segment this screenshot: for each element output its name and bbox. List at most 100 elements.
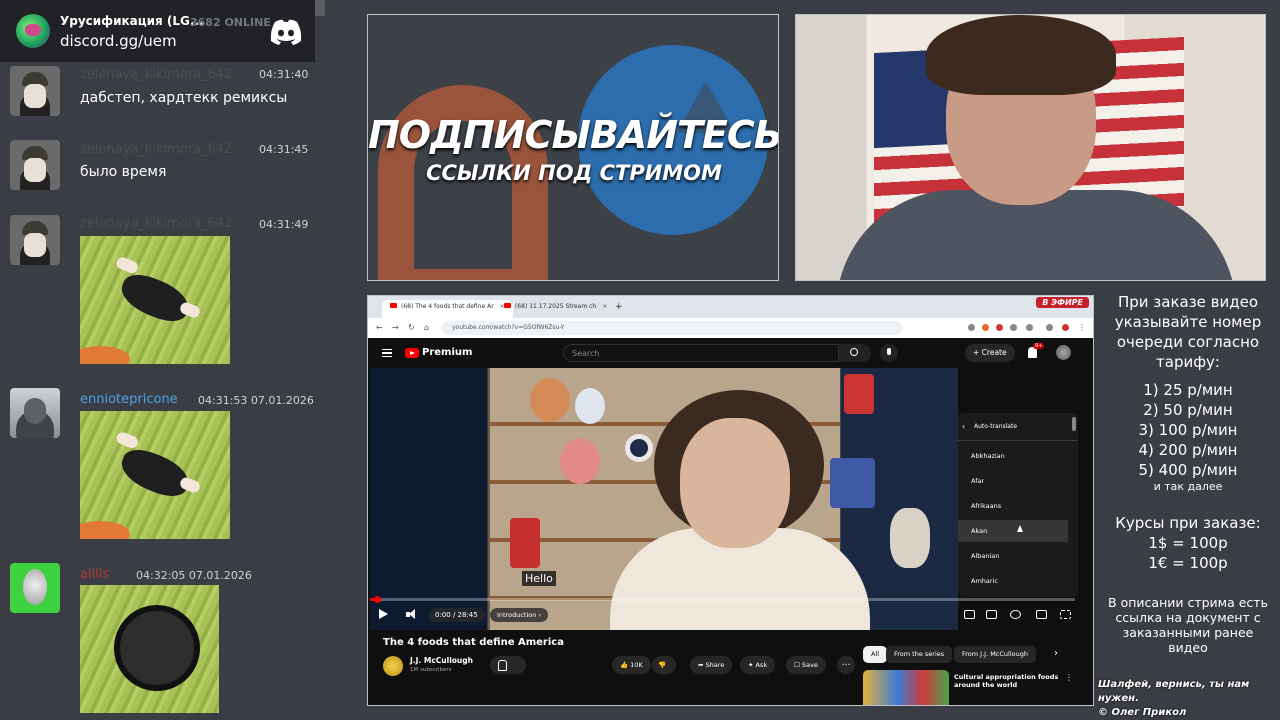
chip-from-channel[interactable]: From J.J. McCullough bbox=[954, 646, 1036, 663]
sticker-earth bbox=[80, 346, 130, 364]
ask-button[interactable]: ✦ Ask bbox=[740, 656, 776, 674]
streamer-hair bbox=[926, 15, 1116, 95]
language-option[interactable]: Afrikaans bbox=[958, 495, 1068, 517]
mole-sticker bbox=[80, 236, 230, 364]
extension-icon[interactable] bbox=[996, 324, 1003, 331]
more-actions-icon[interactable]: … bbox=[837, 656, 855, 674]
subscription-bell-button[interactable] bbox=[490, 656, 526, 674]
host-face bbox=[680, 418, 790, 548]
avatar bbox=[10, 563, 60, 613]
chapter-button[interactable]: Introduction › bbox=[490, 608, 549, 622]
language-option[interactable]: Albanian bbox=[958, 545, 1068, 567]
tab-youtube-video[interactable]: (68) The 4 foods that define Ar × bbox=[382, 300, 513, 318]
rate-usd: 1$ = 100р bbox=[1148, 534, 1228, 552]
recommended-title[interactable]: Cultural appropriation foods around the … bbox=[954, 673, 1064, 689]
language-option[interactable]: Abkhazian bbox=[958, 445, 1068, 467]
mask-toy bbox=[530, 378, 570, 422]
back-arrow-icon[interactable]: ← bbox=[376, 323, 383, 332]
rates-title: Курсы при заказе: bbox=[1115, 514, 1261, 532]
recommended-thumbnail[interactable] bbox=[863, 670, 949, 705]
new-tab-button[interactable]: + bbox=[615, 302, 623, 312]
menu-header[interactable]: ‹ Auto-translate bbox=[958, 413, 1078, 441]
extension-icon[interactable] bbox=[1010, 324, 1017, 331]
account-avatar[interactable] bbox=[1056, 345, 1071, 360]
menu-title: Auto-translate bbox=[974, 423, 1018, 430]
message-text: было время bbox=[80, 164, 167, 180]
youtube-masthead: Premium Search + Create 9+ bbox=[368, 338, 1093, 368]
video-player[interactable]: Hello bbox=[370, 368, 958, 630]
youtube-logo-icon[interactable] bbox=[405, 348, 419, 358]
video-title: The 4 foods that define America bbox=[383, 637, 564, 648]
menu-icon[interactable] bbox=[382, 349, 392, 357]
share-button[interactable]: ➦ Share bbox=[690, 656, 733, 674]
extension-icon[interactable] bbox=[1046, 324, 1053, 331]
youtube-tab-icon bbox=[504, 303, 511, 308]
webcam-feed bbox=[795, 14, 1266, 281]
language-option[interactable]: Akan bbox=[958, 520, 1068, 542]
timestamp: 04:31:40 bbox=[259, 68, 309, 81]
search-input[interactable]: Search bbox=[563, 344, 839, 362]
chevron-right-icon[interactable]: › bbox=[1054, 648, 1058, 659]
fullscreen-icon[interactable] bbox=[1060, 610, 1071, 619]
more-options-icon[interactable]: ⋮ bbox=[1065, 673, 1073, 682]
ghost-toy bbox=[575, 388, 605, 424]
chevron-left-icon[interactable]: ‹ bbox=[962, 422, 965, 431]
divider bbox=[315, 0, 325, 16]
like-count: 10K bbox=[630, 661, 643, 669]
channel-avatar[interactable] bbox=[383, 656, 403, 676]
tariff-5: 5) 400 р/мин bbox=[1138, 461, 1238, 479]
home-icon[interactable]: ⌂ bbox=[424, 323, 429, 332]
footer-line-1: Шалфей, вернись, ты нам нужен. bbox=[1098, 679, 1250, 704]
chip-all[interactable]: All bbox=[863, 646, 888, 663]
dinosaur-figure bbox=[114, 605, 200, 691]
player-controls: 0:00 / 28:45 Introduction › bbox=[370, 601, 1090, 629]
theater-mode-icon[interactable] bbox=[1036, 610, 1047, 619]
tab-label: (68) The 4 foods that define Ar bbox=[401, 303, 494, 310]
search-icon[interactable] bbox=[839, 344, 871, 362]
extension-icon[interactable] bbox=[1026, 324, 1033, 331]
save-button[interactable]: ☐ Save bbox=[786, 656, 826, 674]
extension-icon[interactable] bbox=[968, 324, 975, 331]
reload-icon[interactable]: ↻ bbox=[408, 323, 415, 332]
description-note: В описании стрима есть ссылка на докумен… bbox=[1108, 595, 1268, 655]
username: alilis bbox=[80, 567, 110, 582]
avatar bbox=[10, 140, 60, 190]
timestamp: 04:31:45 bbox=[259, 143, 309, 156]
avatar bbox=[10, 388, 60, 438]
notification-badge: 9+ bbox=[1033, 343, 1045, 349]
mole-figure bbox=[115, 268, 195, 328]
promo-subline: ССЫЛКИ ПОД СТРИМОМ bbox=[426, 161, 722, 185]
avatar bbox=[10, 66, 60, 116]
profile-icon[interactable] bbox=[1062, 324, 1069, 331]
flag-toy bbox=[830, 458, 875, 508]
volume-icon[interactable] bbox=[406, 609, 418, 620]
message-text: дабстеп, хардтекк ремиксы bbox=[80, 90, 288, 106]
scrollbar[interactable] bbox=[1072, 417, 1076, 431]
like-button[interactable]: 👍 10K bbox=[612, 656, 651, 674]
tab-stream[interactable]: (68) 11.17.2025 Stream ch × bbox=[496, 300, 615, 318]
channel-name[interactable]: J.J. McCullough bbox=[410, 656, 473, 665]
autoplay-toggle-icon[interactable] bbox=[964, 610, 975, 619]
subtitles-icon[interactable] bbox=[986, 610, 997, 619]
live-badge: В ЭФИРЕ bbox=[1036, 297, 1089, 308]
youtube-tab-icon bbox=[390, 303, 397, 308]
microphone-icon[interactable] bbox=[880, 344, 898, 362]
share-label: Share bbox=[705, 661, 725, 669]
dislike-button[interactable]: 👎 bbox=[652, 656, 676, 674]
chip-from-series[interactable]: From the series bbox=[886, 646, 953, 663]
browser-menu-icon[interactable]: ⋮ bbox=[1078, 323, 1086, 332]
address-bar: ← → ↻ ⌂ youtube.com/watch?v=G5OfW6Zsu-Y … bbox=[368, 318, 1093, 338]
youtube-brand[interactable]: Premium bbox=[422, 347, 472, 358]
url-field[interactable]: youtube.com/watch?v=G5OfW6Zsu-Y bbox=[442, 321, 902, 335]
extension-icon[interactable] bbox=[982, 324, 989, 331]
tariff-4: 4) 200 р/мин bbox=[1138, 441, 1238, 459]
username: zelenaya_kikimora_642 bbox=[80, 216, 233, 231]
forward-arrow-icon[interactable]: → bbox=[392, 323, 399, 332]
mole-figure bbox=[115, 443, 195, 503]
play-icon[interactable] bbox=[379, 609, 388, 619]
close-icon[interactable]: × bbox=[602, 303, 607, 310]
language-option[interactable]: Amharic bbox=[958, 570, 1068, 592]
language-option[interactable]: Afar bbox=[958, 470, 1068, 492]
settings-gear-icon[interactable] bbox=[1010, 610, 1021, 619]
create-button[interactable]: + Create bbox=[965, 344, 1015, 362]
